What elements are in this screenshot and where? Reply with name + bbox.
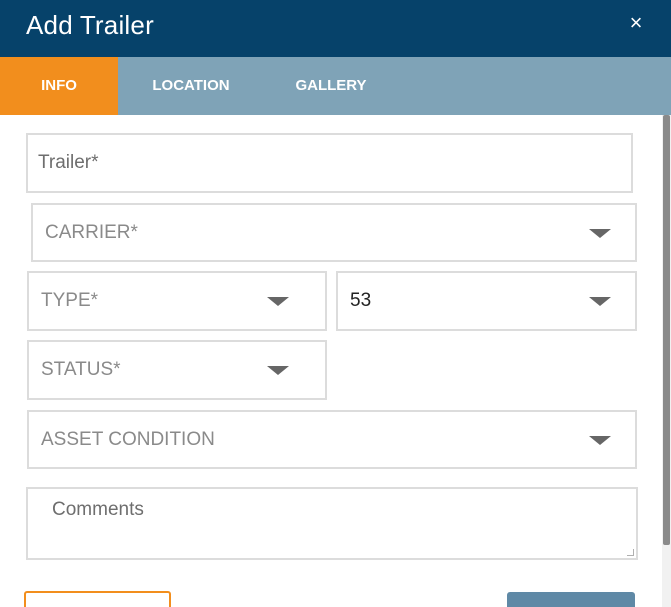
tab-gallery[interactable]: GALLERY [282, 57, 380, 115]
length-select[interactable]: 53 [336, 271, 637, 331]
chevron-down-icon [589, 228, 611, 238]
carrier-select[interactable]: CARRIER* [31, 203, 637, 262]
scrollbar[interactable] [662, 115, 671, 607]
scrollbar-thumb[interactable] [663, 115, 670, 545]
asset-condition-select[interactable]: ASSET CONDITION [27, 410, 637, 469]
trailer-input[interactable]: Trailer* [26, 133, 633, 193]
chevron-down-icon [267, 366, 289, 375]
type-placeholder: TYPE* [41, 290, 99, 311]
save-button[interactable] [507, 592, 635, 607]
add-trailer-dialog: Add Trailer × INFO LOCATION GALLERY Trai… [0, 0, 671, 607]
dialog-header: Add Trailer × [0, 0, 671, 57]
resize-handle-icon[interactable] [627, 549, 634, 556]
carrier-placeholder: CARRIER* [45, 221, 138, 243]
tab-location[interactable]: LOCATION [130, 57, 252, 115]
close-icon[interactable]: × [623, 10, 649, 36]
asset-condition-placeholder: ASSET CONDITION [41, 428, 215, 450]
comments-placeholder: Comments [52, 499, 144, 520]
chevron-down-icon [589, 297, 611, 306]
dialog-title: Add Trailer [26, 10, 154, 40]
comments-textarea[interactable]: Comments [26, 487, 638, 560]
tab-bar: INFO LOCATION GALLERY [0, 57, 671, 115]
status-placeholder: STATUS* [41, 359, 121, 380]
status-select[interactable]: STATUS* [27, 340, 327, 400]
tab-info[interactable]: INFO [0, 57, 118, 115]
chevron-down-icon [267, 297, 289, 306]
length-value: 53 [350, 290, 372, 311]
trailer-placeholder: Trailer* [38, 152, 99, 173]
type-select[interactable]: TYPE* [27, 271, 327, 331]
cancel-button[interactable] [24, 591, 171, 607]
chevron-down-icon [589, 435, 611, 445]
